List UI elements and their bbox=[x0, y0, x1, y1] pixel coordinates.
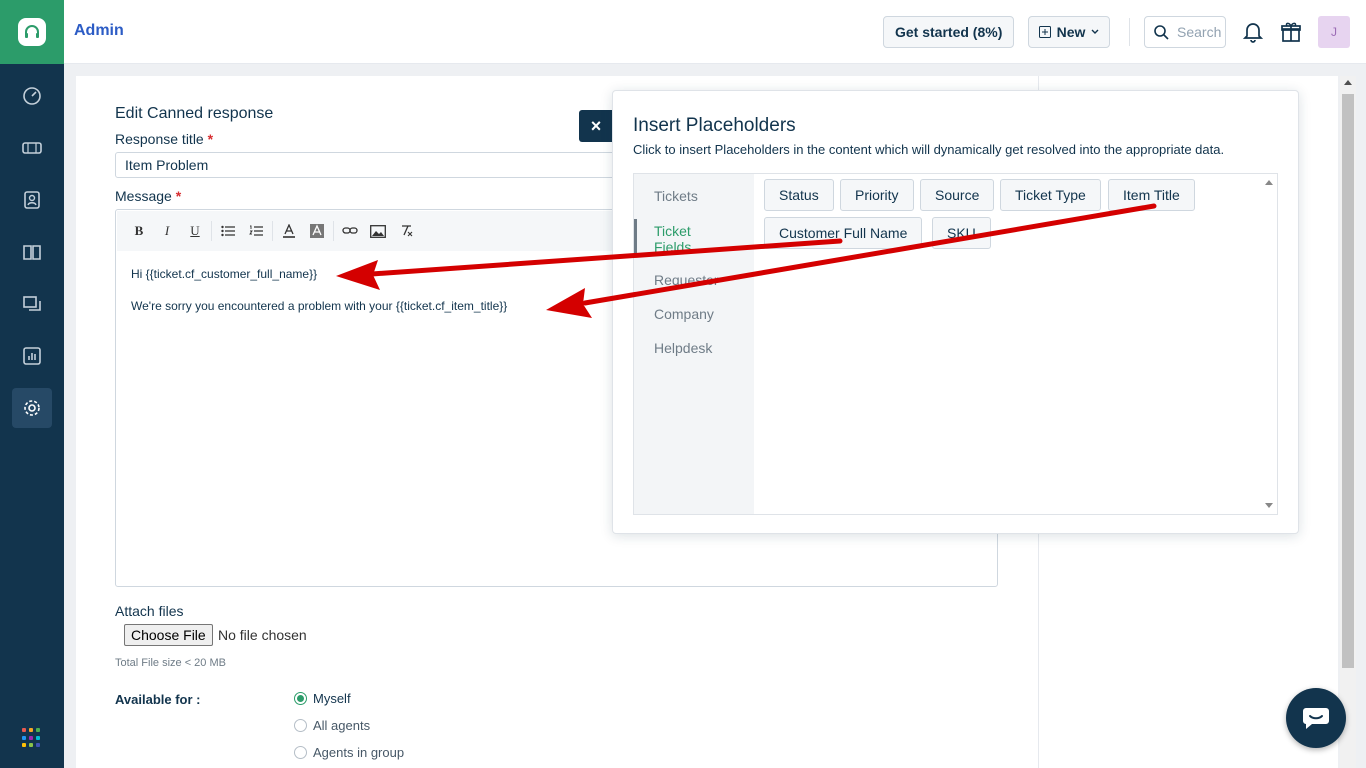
scroll-up-arrow-icon[interactable] bbox=[1344, 80, 1352, 85]
clear-format-icon[interactable] bbox=[392, 219, 420, 243]
category-tickets[interactable]: Tickets bbox=[654, 188, 698, 204]
chip-item-title[interactable]: Item Title bbox=[1108, 179, 1195, 211]
placeholders-box: Tickets Ticket Fields Requester Company … bbox=[633, 173, 1278, 515]
scroll-up-arrow-icon[interactable] bbox=[1265, 180, 1273, 185]
link-icon[interactable] bbox=[336, 219, 364, 243]
bullet-list-icon[interactable] bbox=[214, 219, 242, 243]
freshdesk-logo[interactable] bbox=[0, 0, 64, 64]
radio-label: Agents in group bbox=[313, 745, 405, 760]
page-scrollbar[interactable] bbox=[1340, 76, 1356, 768]
chip-customer-full-name[interactable]: Customer Full Name bbox=[764, 217, 923, 249]
forums-icon[interactable] bbox=[12, 284, 52, 324]
toolbar-divider bbox=[211, 221, 212, 241]
underline-button[interactable]: U bbox=[181, 219, 209, 243]
top-header: Admin Get started (8%) New Search J bbox=[64, 0, 1366, 64]
admin-gear-icon[interactable] bbox=[12, 388, 52, 428]
placeholders-description: Click to insert Placeholders in the cont… bbox=[633, 142, 1225, 157]
message-line-1: Hi {{ticket.cf_customer_full_name}} bbox=[131, 267, 318, 281]
chip-sku[interactable]: SKU bbox=[932, 217, 991, 249]
form-heading: Edit Canned response bbox=[115, 105, 274, 122]
category-company[interactable]: Company bbox=[654, 306, 714, 322]
radio-myself[interactable]: Myself bbox=[294, 691, 351, 706]
close-placeholders-button[interactable]: × bbox=[579, 110, 613, 142]
radio-agents-in-group[interactable]: Agents in group bbox=[294, 745, 404, 760]
radio-button[interactable] bbox=[294, 719, 307, 732]
scrollbar-thumb[interactable] bbox=[1342, 94, 1354, 668]
toolbar-divider bbox=[272, 221, 273, 241]
placeholder-categories: Tickets Ticket Fields Requester Company … bbox=[634, 174, 754, 514]
font-color-icon[interactable] bbox=[275, 219, 303, 243]
plus-box-icon bbox=[1038, 26, 1051, 38]
gift-icon[interactable] bbox=[1279, 20, 1303, 44]
required-marker: * bbox=[175, 188, 182, 204]
category-requester[interactable]: Requester bbox=[654, 272, 719, 288]
available-for-label: Available for : bbox=[115, 692, 201, 707]
chip-source[interactable]: Source bbox=[920, 179, 995, 211]
new-button[interactable]: New bbox=[1028, 16, 1110, 48]
tickets-icon[interactable] bbox=[12, 128, 52, 168]
knowledge-base-icon[interactable] bbox=[12, 232, 52, 272]
contacts-icon[interactable] bbox=[12, 180, 52, 220]
radio-button[interactable] bbox=[294, 746, 307, 759]
chip-priority[interactable]: Priority bbox=[840, 179, 914, 211]
background-color-icon[interactable] bbox=[303, 219, 331, 243]
chat-widget-button[interactable] bbox=[1286, 688, 1346, 748]
avatar[interactable]: J bbox=[1318, 16, 1350, 48]
insert-placeholders-panel: Insert Placeholders Click to insert Plac… bbox=[612, 90, 1299, 534]
chat-bubble-icon bbox=[1303, 708, 1329, 729]
headset-icon bbox=[18, 18, 46, 46]
radio-label: All agents bbox=[313, 718, 371, 733]
bell-icon[interactable] bbox=[1241, 20, 1265, 44]
message-label: Message * bbox=[115, 188, 181, 204]
chip-status[interactable]: Status bbox=[764, 179, 834, 211]
image-icon[interactable] bbox=[364, 219, 392, 243]
placeholders-title: Insert Placeholders bbox=[633, 115, 796, 136]
chip-ticket-type[interactable]: Ticket Type bbox=[1000, 179, 1101, 211]
category-helpdesk[interactable]: Helpdesk bbox=[654, 340, 712, 356]
search-input[interactable]: Search bbox=[1144, 16, 1226, 48]
sidebar bbox=[0, 0, 64, 768]
file-size-note: Total File size < 20 MB bbox=[115, 657, 226, 669]
required-marker: * bbox=[207, 131, 214, 147]
bold-button[interactable]: B bbox=[125, 219, 153, 243]
new-button-label: New bbox=[1056, 24, 1086, 40]
message-line-2: We're sorry you encountered a problem wi… bbox=[131, 299, 508, 313]
italic-button[interactable]: I bbox=[153, 219, 181, 243]
apps-grid-icon[interactable] bbox=[22, 728, 42, 748]
active-category-indicator bbox=[634, 219, 637, 255]
search-placeholder: Search bbox=[1177, 24, 1222, 40]
search-icon bbox=[1154, 25, 1169, 40]
response-title-label-text: Response title bbox=[115, 131, 204, 147]
message-label-text: Message bbox=[115, 188, 172, 204]
placeholders-scrollbar[interactable] bbox=[1261, 174, 1277, 514]
radio-all-agents[interactable]: All agents bbox=[294, 718, 370, 733]
response-title-label: Response title * bbox=[115, 131, 213, 147]
scroll-down-arrow-icon[interactable] bbox=[1265, 503, 1273, 508]
reports-icon[interactable] bbox=[12, 336, 52, 376]
toolbar-divider bbox=[333, 221, 334, 241]
page-title: Admin bbox=[74, 22, 124, 39]
no-file-text: No file chosen bbox=[218, 627, 307, 643]
choose-file-button[interactable]: Choose File bbox=[124, 624, 213, 646]
response-title-input[interactable]: Item Problem bbox=[115, 152, 635, 178]
category-ticket-fields[interactable]: Ticket Fields bbox=[654, 223, 714, 255]
radio-button-checked[interactable] bbox=[294, 692, 307, 705]
chevron-down-icon bbox=[1091, 29, 1099, 34]
radio-label: Myself bbox=[313, 691, 351, 706]
dashboard-icon[interactable] bbox=[12, 76, 52, 116]
header-divider bbox=[1129, 18, 1130, 46]
attach-files-label: Attach files bbox=[115, 603, 184, 619]
numbered-list-icon[interactable] bbox=[242, 219, 270, 243]
get-started-button[interactable]: Get started (8%) bbox=[883, 16, 1015, 48]
